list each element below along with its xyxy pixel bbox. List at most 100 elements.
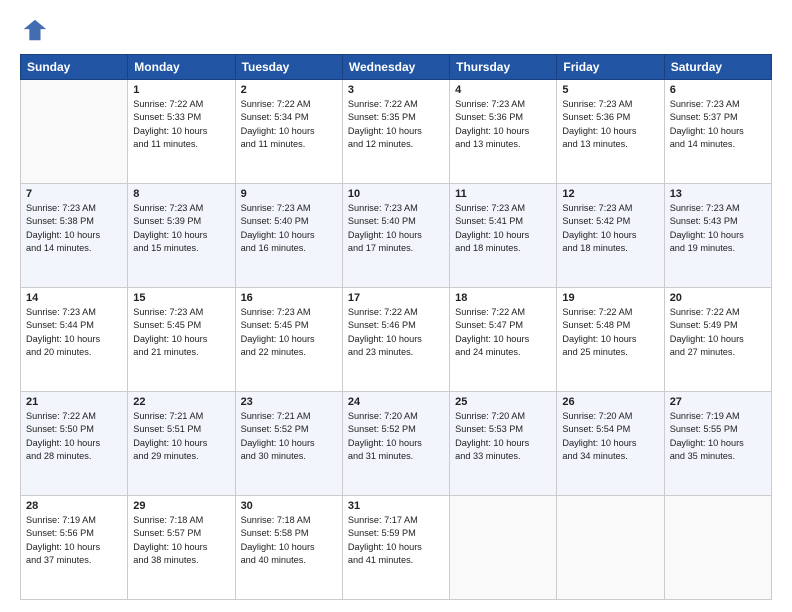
calendar-cell: 25 Sunrise: 7:20 AMSunset: 5:53 PMDayligh… [450, 392, 557, 496]
day-header-wednesday: Wednesday [342, 55, 449, 80]
cell-info: Sunrise: 7:22 AMSunset: 5:50 PMDaylight:… [26, 410, 122, 463]
cell-info: Sunrise: 7:22 AMSunset: 5:34 PMDaylight:… [241, 98, 337, 151]
cell-day-number: 12 [562, 188, 658, 200]
calendar-cell [664, 496, 771, 600]
cell-info: Sunrise: 7:18 AMSunset: 5:58 PMDaylight:… [241, 514, 337, 567]
cell-info: Sunrise: 7:23 AMSunset: 5:44 PMDaylight:… [26, 306, 122, 359]
calendar-cell: 15 Sunrise: 7:23 AMSunset: 5:45 PMDayligh… [128, 288, 235, 392]
calendar-cell: 18 Sunrise: 7:22 AMSunset: 5:47 PMDayligh… [450, 288, 557, 392]
cell-info: Sunrise: 7:23 AMSunset: 5:39 PMDaylight:… [133, 202, 229, 255]
calendar-cell: 30Sunrise: 7:18 AMSunset: 5:58 PMDayligh… [235, 496, 342, 600]
calendar-cell: 12Sunrise: 7:23 AMSunset: 5:42 PMDayligh… [557, 184, 664, 288]
day-header-sunday: Sunday [21, 55, 128, 80]
cell-info: Sunrise: 7:19 AMSunset: 5:56 PMDaylight:… [26, 514, 122, 567]
cell-day-number: 10 [348, 188, 444, 200]
cell-info: Sunrise: 7:23 AMSunset: 5:45 PMDaylight:… [241, 306, 337, 359]
calendar-cell: 21 Sunrise: 7:22 AMSunset: 5:50 PMDayligh… [21, 392, 128, 496]
cell-day-number: 14 [26, 292, 122, 304]
cell-day-number: 2 [241, 84, 337, 96]
cell-info: Sunrise: 7:20 AMSunset: 5:53 PMDaylight:… [455, 410, 551, 463]
cell-info: Sunrise: 7:22 AMSunset: 5:46 PMDaylight:… [348, 306, 444, 359]
cell-day-number: 22 [133, 396, 229, 408]
calendar-cell: 16Sunrise: 7:23 AMSunset: 5:45 PMDayligh… [235, 288, 342, 392]
cell-day-number: 19 [562, 292, 658, 304]
day-header-thursday: Thursday [450, 55, 557, 80]
calendar-cell: 28 Sunrise: 7:19 AMSunset: 5:56 PMDayligh… [21, 496, 128, 600]
cell-info: Sunrise: 7:20 AMSunset: 5:52 PMDaylight:… [348, 410, 444, 463]
cell-day-number: 28 [26, 500, 122, 512]
calendar-cell: 24Sunrise: 7:20 AMSunset: 5:52 PMDayligh… [342, 392, 449, 496]
calendar-cell: 19 Sunrise: 7:22 AMSunset: 5:48 PMDayligh… [557, 288, 664, 392]
calendar-cell: 26 Sunrise: 7:20 AMSunset: 5:54 PMDayligh… [557, 392, 664, 496]
cell-day-number: 23 [241, 396, 337, 408]
cell-info: Sunrise: 7:22 AMSunset: 5:49 PMDaylight:… [670, 306, 766, 359]
cell-info: Sunrise: 7:23 AMSunset: 5:37 PMDaylight:… [670, 98, 766, 151]
calendar-week-row: 7 Sunrise: 7:23 AMSunset: 5:38 PMDaylight… [21, 184, 772, 288]
cell-day-number: 8 [133, 188, 229, 200]
cell-day-number: 4 [455, 84, 551, 96]
cell-info: Sunrise: 7:23 AMSunset: 5:38 PMDaylight:… [26, 202, 122, 255]
calendar-cell: 1 Sunrise: 7:22 AMSunset: 5:33 PMDaylight… [128, 80, 235, 184]
calendar-cell: 20 Sunrise: 7:22 AMSunset: 5:49 PMDayligh… [664, 288, 771, 392]
calendar-cell: 23 Sunrise: 7:21 AMSunset: 5:52 PMDayligh… [235, 392, 342, 496]
calendar-week-row: 28 Sunrise: 7:19 AMSunset: 5:56 PMDayligh… [21, 496, 772, 600]
cell-day-number: 5 [562, 84, 658, 96]
cell-day-number: 15 [133, 292, 229, 304]
cell-info: Sunrise: 7:23 AMSunset: 5:36 PMDaylight:… [455, 98, 551, 151]
cell-info: Sunrise: 7:23 AMSunset: 5:40 PMDaylight:… [348, 202, 444, 255]
calendar-cell: 29 Sunrise: 7:18 AMSunset: 5:57 PMDayligh… [128, 496, 235, 600]
cell-info: Sunrise: 7:22 AMSunset: 5:48 PMDaylight:… [562, 306, 658, 359]
cell-day-number: 27 [670, 396, 766, 408]
cell-day-number: 29 [133, 500, 229, 512]
cell-info: Sunrise: 7:21 AMSunset: 5:52 PMDaylight:… [241, 410, 337, 463]
cell-day-number: 21 [26, 396, 122, 408]
calendar-cell [450, 496, 557, 600]
logo [20, 16, 52, 44]
calendar-cell: 8 Sunrise: 7:23 AMSunset: 5:39 PMDaylight… [128, 184, 235, 288]
calendar-cell [557, 496, 664, 600]
calendar-cell: 9Sunrise: 7:23 AMSunset: 5:40 PMDaylight… [235, 184, 342, 288]
cell-info: Sunrise: 7:22 AMSunset: 5:33 PMDaylight:… [133, 98, 229, 151]
cell-day-number: 26 [562, 396, 658, 408]
calendar-cell: 5 Sunrise: 7:23 AMSunset: 5:36 PMDaylight… [557, 80, 664, 184]
cell-day-number: 7 [26, 188, 122, 200]
calendar-cell: 27 Sunrise: 7:19 AMSunset: 5:55 PMDayligh… [664, 392, 771, 496]
page: SundayMondayTuesdayWednesdayThursdayFrid… [0, 0, 792, 612]
cell-info: Sunrise: 7:23 AMSunset: 5:40 PMDaylight:… [241, 202, 337, 255]
calendar-week-row: 1 Sunrise: 7:22 AMSunset: 5:33 PMDaylight… [21, 80, 772, 184]
day-header-friday: Friday [557, 55, 664, 80]
cell-info: Sunrise: 7:23 AMSunset: 5:36 PMDaylight:… [562, 98, 658, 151]
cell-day-number: 3 [348, 84, 444, 96]
cell-info: Sunrise: 7:19 AMSunset: 5:55 PMDaylight:… [670, 410, 766, 463]
cell-info: Sunrise: 7:23 AMSunset: 5:43 PMDaylight:… [670, 202, 766, 255]
calendar-cell: 31Sunrise: 7:17 AMSunset: 5:59 PMDayligh… [342, 496, 449, 600]
calendar-cell: 7 Sunrise: 7:23 AMSunset: 5:38 PMDaylight… [21, 184, 128, 288]
cell-info: Sunrise: 7:20 AMSunset: 5:54 PMDaylight:… [562, 410, 658, 463]
calendar-cell: 10 Sunrise: 7:23 AMSunset: 5:40 PMDayligh… [342, 184, 449, 288]
cell-info: Sunrise: 7:22 AMSunset: 5:47 PMDaylight:… [455, 306, 551, 359]
cell-info: Sunrise: 7:18 AMSunset: 5:57 PMDaylight:… [133, 514, 229, 567]
cell-info: Sunrise: 7:21 AMSunset: 5:51 PMDaylight:… [133, 410, 229, 463]
cell-day-number: 18 [455, 292, 551, 304]
cell-info: Sunrise: 7:23 AMSunset: 5:45 PMDaylight:… [133, 306, 229, 359]
cell-info: Sunrise: 7:17 AMSunset: 5:59 PMDaylight:… [348, 514, 444, 567]
calendar-week-row: 21 Sunrise: 7:22 AMSunset: 5:50 PMDayligh… [21, 392, 772, 496]
cell-day-number: 13 [670, 188, 766, 200]
calendar-cell: 11Sunrise: 7:23 AMSunset: 5:41 PMDayligh… [450, 184, 557, 288]
calendar-cell: 6 Sunrise: 7:23 AMSunset: 5:37 PMDaylight… [664, 80, 771, 184]
cell-info: Sunrise: 7:23 AMSunset: 5:41 PMDaylight:… [455, 202, 551, 255]
calendar-cell: 13 Sunrise: 7:23 AMSunset: 5:43 PMDayligh… [664, 184, 771, 288]
calendar-cell: 2 Sunrise: 7:22 AMSunset: 5:34 PMDaylight… [235, 80, 342, 184]
day-header-tuesday: Tuesday [235, 55, 342, 80]
cell-day-number: 20 [670, 292, 766, 304]
calendar-cell: 4 Sunrise: 7:23 AMSunset: 5:36 PMDaylight… [450, 80, 557, 184]
calendar-cell: 22 Sunrise: 7:21 AMSunset: 5:51 PMDayligh… [128, 392, 235, 496]
logo-icon [20, 16, 48, 44]
day-header-saturday: Saturday [664, 55, 771, 80]
cell-day-number: 25 [455, 396, 551, 408]
calendar-table: SundayMondayTuesdayWednesdayThursdayFrid… [20, 54, 772, 600]
cell-day-number: 6 [670, 84, 766, 96]
header [20, 16, 772, 44]
cell-day-number: 1 [133, 84, 229, 96]
day-header-monday: Monday [128, 55, 235, 80]
